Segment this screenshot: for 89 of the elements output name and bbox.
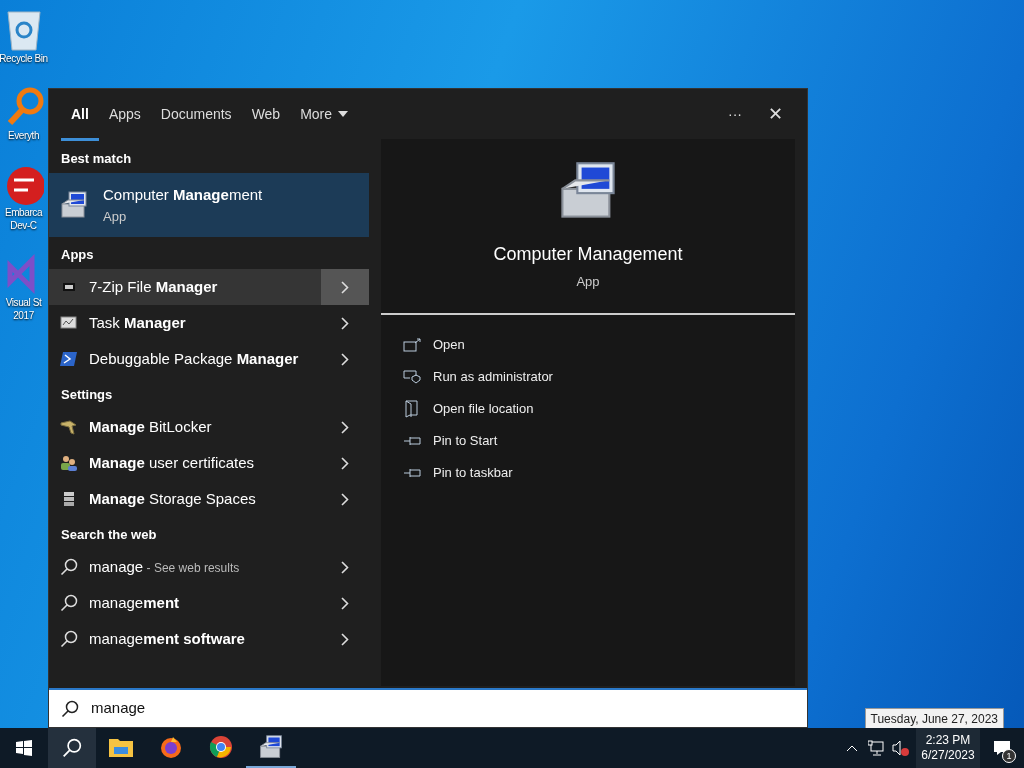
result-label: Manage Storage Spaces [89, 488, 257, 509]
pin-icon [403, 467, 421, 479]
chevron-right-icon [341, 280, 349, 294]
computer-toolbox-icon [258, 734, 284, 760]
fox-globe-icon [159, 735, 183, 759]
result-type: App [103, 207, 128, 226]
search-icon [61, 699, 79, 718]
section-heading: Best match [60, 150, 133, 168]
chevron-right-icon [341, 492, 349, 506]
action-item[interactable]: Pin to taskbar [403, 457, 795, 489]
chevron-right-icon [341, 316, 349, 330]
network-icon [868, 740, 884, 756]
action-item[interactable]: Run as administrator [403, 361, 795, 393]
more-dropdown[interactable]: More [290, 89, 359, 139]
best-match-result[interactable]: Computer Management App [49, 173, 369, 237]
chevron-right-icon [341, 596, 349, 610]
desktop-icon-label[interactable]: 2017 [13, 309, 34, 322]
desktop-icon-label[interactable]: Dev-C [10, 219, 37, 232]
action-item[interactable]: Pin to Start [403, 425, 795, 457]
result-item[interactable]: Manage Storage Spaces [49, 481, 369, 517]
result-label: 7-Zip File Manager [89, 276, 219, 297]
pin-icon [403, 435, 421, 447]
filter-tab[interactable]: Apps [98, 90, 151, 141]
filter-tab[interactable]: All [61, 90, 99, 141]
folder-icon [109, 737, 133, 757]
result-item[interactable]: 7-Zip File Manager [49, 269, 369, 305]
search-icon [60, 558, 78, 576]
result-label: manage - See web results [89, 556, 241, 577]
chevron-right-icon [341, 420, 349, 434]
section-heading: Settings [60, 386, 114, 404]
users-icon [60, 455, 78, 471]
result-title: Computer Management [103, 185, 263, 205]
chevron-up-icon [846, 744, 858, 752]
chevron-right-icon [341, 352, 349, 366]
chevron-right-icon [341, 560, 349, 574]
filter-tab[interactable]: Documents [150, 90, 242, 141]
result-item[interactable]: Debuggable Package Manager [49, 341, 369, 377]
desktop-icon-label[interactable]: Everyth [7, 129, 40, 142]
open-window-icon [403, 338, 421, 352]
computer-toolbox-icon [59, 190, 89, 220]
section-heading: Search the web [60, 526, 158, 544]
filter-tab[interactable]: Web [241, 90, 291, 141]
result-item[interactable]: management [49, 585, 369, 621]
close-button[interactable]: ✕ [755, 94, 795, 134]
result-item[interactable]: management software [49, 621, 369, 657]
result-label: Task Manager [89, 312, 187, 333]
search-icon [60, 630, 78, 648]
archive-icon [63, 283, 75, 291]
action-item[interactable]: Open [403, 329, 795, 361]
preview-title: Computer Management [493, 243, 683, 266]
folder-icon [405, 400, 419, 418]
result-label: management [89, 592, 181, 613]
result-item[interactable]: Task Manager [49, 305, 369, 341]
storage-drive-icon [63, 491, 75, 507]
clock[interactable]: 2:23 PM 6/27/2023 [916, 728, 980, 768]
section-heading: Apps [60, 246, 95, 264]
caret-icon [338, 111, 349, 117]
result-item[interactable]: manage - See web results [49, 549, 369, 585]
clock-date: 6/27/2023 [921, 748, 975, 763]
result-item[interactable]: Manage user certificates [49, 445, 369, 481]
preview-type: App [576, 273, 600, 291]
action-item[interactable]: Open file location [403, 393, 795, 425]
desktop-icon-label[interactable]: Visual St [5, 296, 42, 309]
chrome-icon [209, 735, 233, 759]
chevron-right-icon [341, 632, 349, 646]
result-label: Debuggable Package Manager [89, 348, 300, 369]
monitor-chart-icon [60, 315, 78, 331]
desktop-icon-label[interactable]: Embarca [4, 206, 43, 219]
more-options-button[interactable]: ··· [715, 94, 755, 134]
date-tooltip: Tuesday, June 27, 2023 [864, 708, 1004, 730]
notification-count: 1 [1002, 749, 1016, 763]
expand-button[interactable] [321, 269, 369, 305]
search-text: manage [91, 698, 146, 719]
clock-time: 2:23 PM [925, 733, 971, 748]
result-label: Manage BitLocker [89, 416, 213, 437]
result-label: Manage user certificates [89, 452, 256, 473]
search-icon [62, 738, 82, 758]
chevron-right-icon [341, 456, 349, 470]
terminal-icon [60, 351, 78, 367]
result-label: management software [89, 628, 246, 649]
muted-speaker-icon [892, 740, 910, 756]
search-icon [60, 594, 78, 612]
shield-window-icon [403, 370, 421, 384]
search-button[interactable] [48, 728, 96, 768]
desktop-icon-label[interactable]: Recycle Bin [0, 52, 48, 65]
windows-icon [16, 740, 32, 756]
notifications-button[interactable]: 1 [980, 728, 1024, 768]
result-item[interactable]: Manage BitLocker [49, 409, 369, 445]
search-field[interactable]: manage [49, 688, 807, 727]
